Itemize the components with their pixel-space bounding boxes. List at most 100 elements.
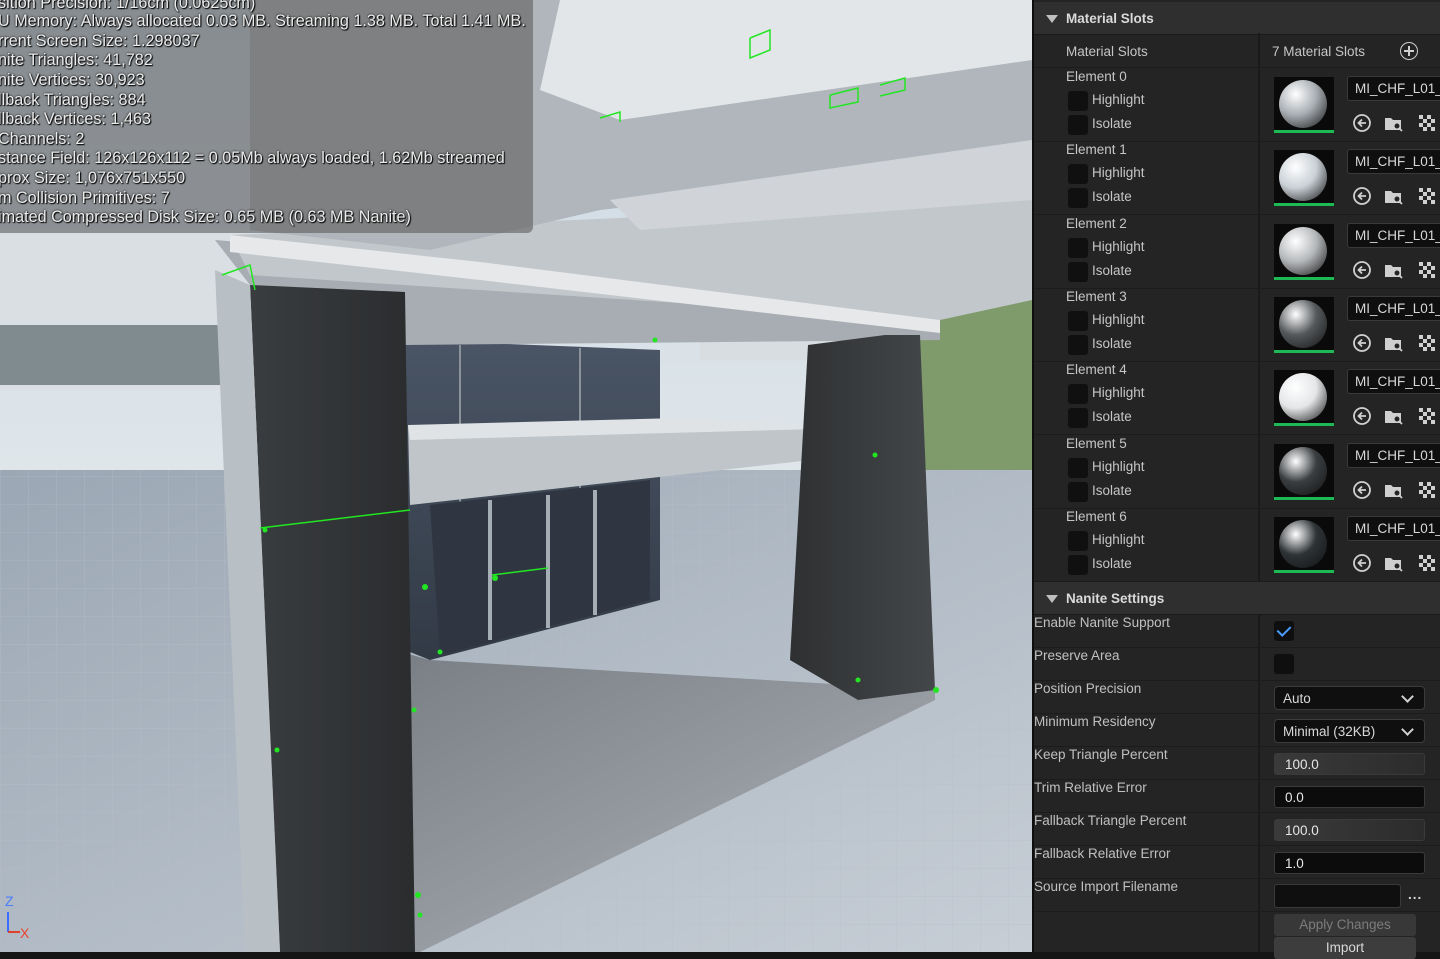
isolate-label: Isolate [1092, 262, 1132, 278]
material-asset-picker[interactable]: MI_CHF_L01_A [1347, 76, 1440, 101]
material-slots-count: 7 Material Slots [1272, 44, 1366, 59]
collapse-arrow-icon[interactable] [1046, 595, 1058, 603]
stats-line: rrent Screen Size: 1.298037 [0, 32, 200, 50]
minimum-residency-dropdown[interactable]: Minimal (32KB) [1274, 719, 1425, 743]
highlight-checkbox[interactable] [1068, 384, 1088, 405]
material-thumbnail[interactable] [1274, 443, 1334, 500]
fallback-triangle-percent-row: Fallback Triangle Percent 100.0 [1034, 813, 1440, 846]
material-preview-sphere [1279, 519, 1327, 568]
reset-to-default-icon[interactable] [1352, 186, 1372, 206]
reset-to-default-icon[interactable] [1352, 113, 1372, 133]
element-name: Element 2 [1066, 215, 1127, 231]
keep-triangle-percent-field[interactable]: 100.0 [1274, 753, 1425, 775]
chevron-down-icon [1401, 723, 1414, 736]
highlight-checkbox[interactable] [1068, 457, 1088, 478]
material-element-6: Element 6 Highlight Isolate MI_CHF_L01_A [1034, 509, 1440, 582]
browse-to-asset-icon[interactable] [1384, 113, 1404, 133]
material-slots-label: Material Slots [1066, 44, 1148, 59]
enable-nanite-row: Enable Nanite Support [1034, 615, 1440, 648]
highlight-label: Highlight [1092, 385, 1145, 401]
highlight-checkbox[interactable] [1068, 310, 1088, 331]
stats-line: U Memory: Always allocated 0.03 MB. Stre… [0, 12, 526, 30]
reset-to-default-icon[interactable] [1352, 480, 1372, 500]
element-name: Element 3 [1066, 288, 1127, 304]
fallback-triangle-percent-field[interactable]: 100.0 [1274, 819, 1425, 841]
material-asset-picker[interactable]: MI_CHF_L01_A [1347, 369, 1440, 395]
material-grid-icon[interactable] [1417, 333, 1437, 353]
browse-to-asset-icon[interactable] [1384, 553, 1404, 573]
material-grid-icon[interactable] [1417, 260, 1437, 280]
isolate-label: Isolate [1092, 409, 1132, 425]
highlight-label: Highlight [1092, 311, 1145, 327]
stats-line: imated Compressed Disk Size: 0.65 MB (0.… [0, 208, 411, 226]
source-import-filename-field[interactable] [1274, 884, 1401, 908]
material-element-5: Element 5 Highlight Isolate MI_CHF_L01_A [1034, 436, 1440, 509]
keep-triangle-percent-row: Keep Triangle Percent 100.0 [1034, 747, 1440, 780]
import-button[interactable]: Import [1274, 937, 1416, 959]
preserve-area-checkbox[interactable] [1274, 654, 1294, 674]
material-grid-icon[interactable] [1417, 480, 1437, 500]
material-thumbnail[interactable] [1274, 150, 1334, 207]
browse-to-asset-icon[interactable] [1384, 260, 1404, 280]
browse-file-button[interactable]: ... [1408, 887, 1422, 902]
material-thumbnail[interactable] [1274, 223, 1334, 280]
browse-to-asset-icon[interactable] [1384, 406, 1404, 426]
material-thumbnail[interactable] [1274, 296, 1334, 353]
section-title: Nanite Settings [1066, 591, 1165, 606]
material-asset-picker[interactable]: MI_CHF_L01_A [1347, 295, 1440, 321]
material-grid-icon[interactable] [1417, 186, 1437, 206]
preserve-area-row: Preserve Area [1034, 648, 1440, 681]
source-import-filename-row: Source Import Filename ... [1034, 879, 1440, 912]
highlight-label: Highlight [1092, 458, 1145, 474]
add-material-slot-icon[interactable] [1400, 42, 1418, 60]
nanite-settings-header[interactable]: Nanite Settings [1034, 582, 1440, 615]
enable-nanite-checkbox[interactable] [1274, 621, 1294, 641]
dropdown-value: Auto [1283, 691, 1311, 706]
isolate-checkbox[interactable] [1068, 408, 1088, 429]
isolate-checkbox[interactable] [1068, 481, 1088, 502]
material-asset-picker[interactable]: MI_CHF_L01_A [1347, 149, 1440, 175]
isolate-checkbox[interactable] [1068, 261, 1088, 282]
isolate-checkbox[interactable] [1068, 115, 1088, 135]
reset-to-default-icon[interactable] [1352, 406, 1372, 426]
collapse-arrow-icon[interactable] [1046, 15, 1058, 23]
material-asset-picker[interactable]: MI_CHF_L01_A [1347, 222, 1440, 248]
material-grid-icon[interactable] [1417, 406, 1437, 426]
mesh-stats-overlay: sition Precision: 1/16cm (0.0625cm) U Me… [0, 0, 533, 233]
material-element-1: Element 1 Highlight Isolate MI_CHF_L01_A [1034, 142, 1440, 216]
highlight-checkbox[interactable] [1068, 237, 1088, 258]
apply-changes-button[interactable]: Apply Changes [1274, 914, 1416, 936]
material-thumbnail[interactable] [1274, 516, 1334, 573]
highlight-checkbox[interactable] [1068, 91, 1088, 111]
isolate-checkbox[interactable] [1068, 188, 1088, 209]
material-slots-header[interactable]: Material Slots [1034, 2, 1440, 35]
browse-to-asset-icon[interactable] [1384, 480, 1404, 500]
material-grid-icon[interactable] [1417, 553, 1437, 573]
reset-to-default-icon[interactable] [1352, 553, 1372, 573]
stats-line: m Collision Primitives: 7 [0, 189, 170, 207]
fallback-relative-error-field[interactable]: 1.0 [1274, 852, 1425, 874]
stats-line: stance Field: 126x126x112 = 0.05Mb alway… [0, 149, 505, 167]
isolate-checkbox[interactable] [1068, 334, 1088, 355]
material-thumbnail[interactable] [1274, 370, 1334, 427]
reset-to-default-icon[interactable] [1352, 260, 1372, 280]
browse-to-asset-icon[interactable] [1384, 186, 1404, 206]
position-precision-dropdown[interactable]: Auto [1274, 686, 1425, 710]
reset-to-default-icon[interactable] [1352, 333, 1372, 353]
material-element-4: Element 4 Highlight Isolate MI_CHF_L01_A [1034, 362, 1440, 436]
highlight-label: Highlight [1092, 238, 1145, 254]
element-name: Element 4 [1066, 362, 1127, 378]
level-viewport[interactable]: sition Precision: 1/16cm (0.0625cm) U Me… [0, 0, 1032, 952]
material-thumbnail[interactable] [1274, 77, 1334, 133]
highlight-label: Highlight [1092, 165, 1145, 181]
isolate-checkbox[interactable] [1068, 554, 1088, 575]
browse-to-asset-icon[interactable] [1384, 333, 1404, 353]
material-asset-picker[interactable]: MI_CHF_L01_A [1347, 442, 1440, 468]
highlight-checkbox[interactable] [1068, 164, 1088, 185]
trim-relative-error-field[interactable]: 0.0 [1274, 786, 1425, 808]
material-grid-icon[interactable] [1417, 113, 1437, 133]
highlight-checkbox[interactable] [1068, 530, 1088, 551]
element-name: Element 6 [1066, 508, 1127, 524]
material-preview-sphere [1279, 153, 1327, 202]
material-asset-picker[interactable]: MI_CHF_L01_A [1347, 515, 1440, 541]
